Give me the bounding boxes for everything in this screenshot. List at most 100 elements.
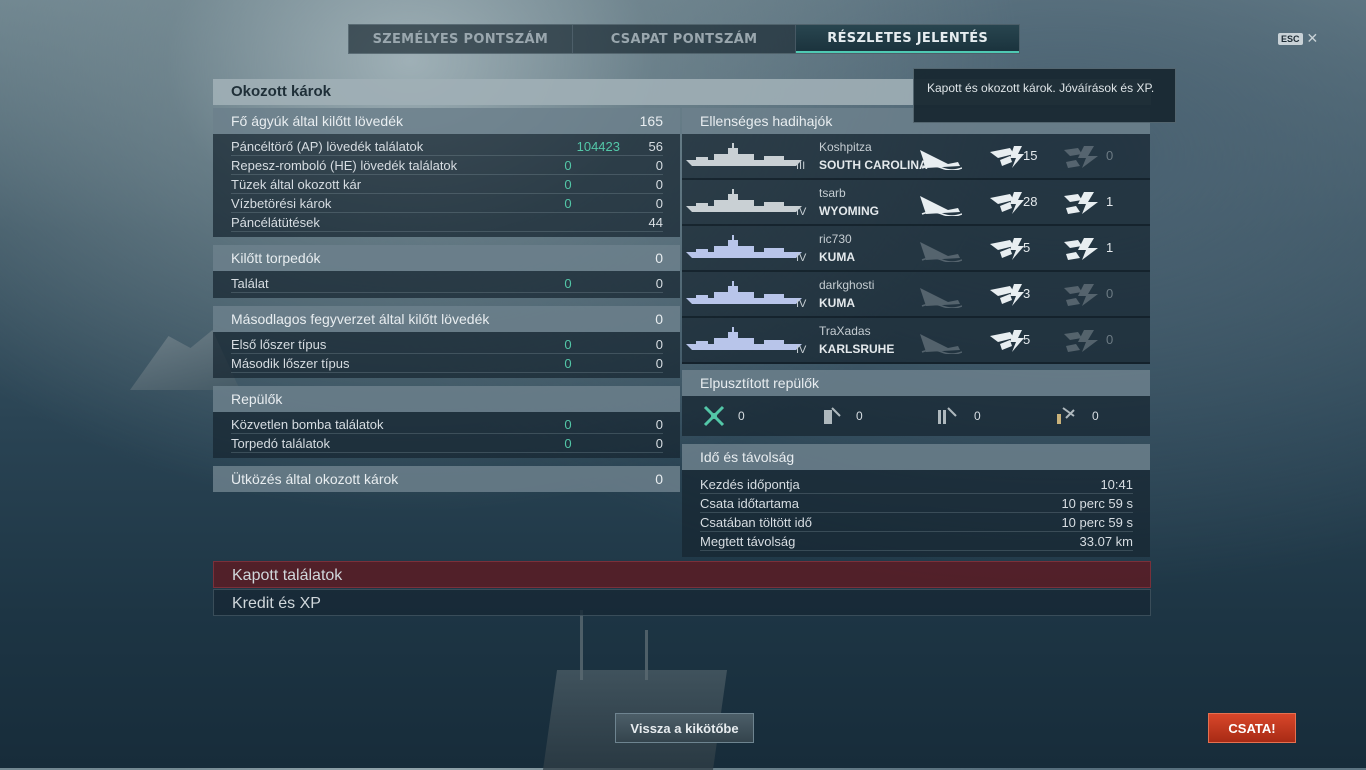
stat-label: Első lőszer típus	[231, 336, 327, 352]
player-name: Koshpitza	[819, 140, 872, 154]
stat-label: Tüzek által okozott kár	[231, 176, 362, 192]
tab-team-score[interactable]: CSAPAT PONTSZÁM	[573, 25, 797, 53]
player-name: ric730	[819, 232, 852, 246]
ship-destroyed-icon	[918, 328, 963, 355]
plane-count: 0	[974, 409, 981, 423]
destroyed-planes-body: 0 0 0 0	[682, 396, 1150, 436]
ship-tier: IV	[796, 344, 807, 356]
player-name: tsarb	[819, 186, 846, 200]
hit-count: 44	[648, 214, 663, 230]
stat-row: Torpedó találatok 0 0	[231, 434, 663, 453]
planes-body: Közvetlen bomba találatok 0 0 Torpedó talá…	[213, 412, 680, 458]
stat-label: Torpedó találatok	[231, 435, 331, 451]
secondary-header: Másodlagos fegyverzet által kilőtt löved…	[213, 306, 680, 332]
ship-destroyed-icon	[918, 144, 963, 171]
ship-name: KARLSRUHE	[819, 342, 895, 356]
hit-count: 5	[1023, 240, 1031, 255]
hit-count: 0	[655, 275, 663, 291]
hit-count: 0	[655, 195, 663, 211]
ship-silhouette-icon	[686, 281, 802, 304]
main-gun-hits-icon	[984, 144, 1028, 170]
ship-destroyed-icon	[918, 236, 963, 263]
tab-bar: SZEMÉLYES PONTSZÁM CSAPAT PONTSZÁM RÉSZL…	[348, 24, 1020, 54]
tab-detailed-report[interactable]: RÉSZLETES JELENTÉS	[796, 25, 1020, 53]
ramming-header: Ütközés által okozott károk 0	[213, 466, 680, 492]
main-guns-body: Páncéltörő (AP) lövedék találatok 104423 5…	[213, 134, 680, 237]
ship-silhouette-icon	[686, 189, 802, 212]
main-gun-hits-icon	[984, 328, 1028, 354]
torpedoes-header: Kilőtt torpedók 0	[213, 245, 680, 271]
dive-bomber-icon	[1057, 407, 1075, 424]
hit-count: 15	[1023, 148, 1038, 163]
stat-label: Találat	[231, 275, 269, 291]
section-title: Idő és távolság	[700, 449, 795, 465]
stat-label: Megtett távolság	[700, 533, 796, 549]
credits-xp-section[interactable]: Kredit és XP	[213, 589, 1151, 616]
fire-count: 1	[1106, 194, 1114, 209]
tooltip: Kapott és okozott károk. Jóváírások és X…	[913, 68, 1176, 123]
stat-row: Kezdés időpontja 10:41	[700, 475, 1133, 494]
section-total: 0	[655, 471, 663, 487]
stat-row: Első lőszer típus 0 0	[231, 335, 663, 354]
damage-value: 0	[564, 195, 572, 211]
battle-button[interactable]: CSATA!	[1208, 713, 1296, 743]
hit-count: 0	[655, 336, 663, 352]
section-title: Elpusztított repülők	[700, 375, 820, 391]
tab-personal-score[interactable]: SZEMÉLYES PONTSZÁM	[349, 25, 573, 53]
stat-label: Páncélátütések	[231, 214, 320, 230]
player-name: TraXadas	[819, 324, 871, 338]
stat-row: Páncélátütések 44	[231, 213, 663, 232]
hit-count: 5	[1023, 332, 1031, 347]
stat-row: Találat 0 0	[231, 274, 663, 293]
section-total: 0	[655, 311, 663, 327]
close-icon: ✕	[1306, 30, 1319, 46]
enemy-ship-row: IV TraXadas KARLSRUHE 5 0	[682, 318, 1150, 364]
ship-tier: IV	[796, 252, 807, 264]
torpedo-bomber-icon	[938, 407, 957, 424]
close-button[interactable]: ESC ✕	[1278, 30, 1318, 47]
hit-count: 0	[655, 157, 663, 173]
hit-count: 0	[655, 176, 663, 192]
fire-icon	[1060, 282, 1104, 308]
ship-name: WYOMING	[819, 204, 879, 218]
enemy-ship-list: III Koshpitza SOUTH CAROLINA 15 0 IV tsarb WYOM…	[682, 134, 1150, 364]
stat-label: Második lőszer típus	[231, 355, 350, 371]
received-hits-section[interactable]: Kapott találatok	[213, 561, 1151, 588]
ship-name: SOUTH CAROLINA	[819, 158, 928, 172]
stat-row: Repesz-romboló (HE) lövedék találatok 0 0	[231, 156, 663, 175]
time-distance-header: Idő és távolság	[682, 444, 1150, 470]
enemy-ships-column: Ellenséges hadihajók III Koshpitza SOUTH C…	[682, 108, 1150, 557]
hit-count: 0	[655, 416, 663, 432]
damage-value: 0	[564, 416, 572, 432]
stat-value: 10 perc 59 s	[1061, 495, 1133, 511]
stat-value: 10 perc 59 s	[1061, 514, 1133, 530]
damage-value: 0	[564, 355, 572, 371]
ship-tier: IV	[796, 206, 807, 218]
ship-silhouette-icon	[686, 235, 802, 258]
stat-value: 10:41	[1100, 476, 1133, 492]
stat-label: Kezdés időpontja	[700, 476, 800, 492]
fire-icon	[1060, 144, 1104, 170]
stat-label: Vízbetörési károk	[231, 195, 332, 211]
ship-silhouette-icon	[686, 327, 802, 350]
destroyed-planes-header: Elpusztított repülők	[682, 370, 1150, 396]
ship-destroyed-icon	[918, 282, 963, 309]
section-title: Ütközés által okozott károk	[231, 471, 399, 487]
stat-row: Páncéltörő (AP) lövedék találatok 104423 5…	[231, 137, 663, 156]
plane-count: 0	[856, 409, 863, 423]
return-to-port-button[interactable]: Vissza a kikötőbe	[615, 713, 754, 743]
crossed-planes-icon	[703, 405, 725, 427]
stat-value: 33.07 km	[1079, 533, 1133, 549]
main-gun-hits-icon	[984, 190, 1028, 216]
fire-count: 0	[1106, 332, 1114, 347]
player-name: darkghosti	[819, 278, 875, 292]
fire-icon	[1060, 190, 1104, 216]
hit-count: 56	[648, 138, 663, 154]
esc-key-label: ESC	[1278, 32, 1303, 45]
stat-row: Vízbetörési károk 0 0	[231, 194, 663, 213]
damage-value: 0	[564, 176, 572, 192]
fire-count: 0	[1106, 286, 1114, 301]
main-guns-header: Fő ágyúk által kilőtt lövedék 165	[213, 108, 680, 134]
enemy-ship-row: IV tsarb WYOMING 28 1	[682, 180, 1150, 226]
stat-row: Csata időtartama 10 perc 59 s	[700, 494, 1133, 513]
